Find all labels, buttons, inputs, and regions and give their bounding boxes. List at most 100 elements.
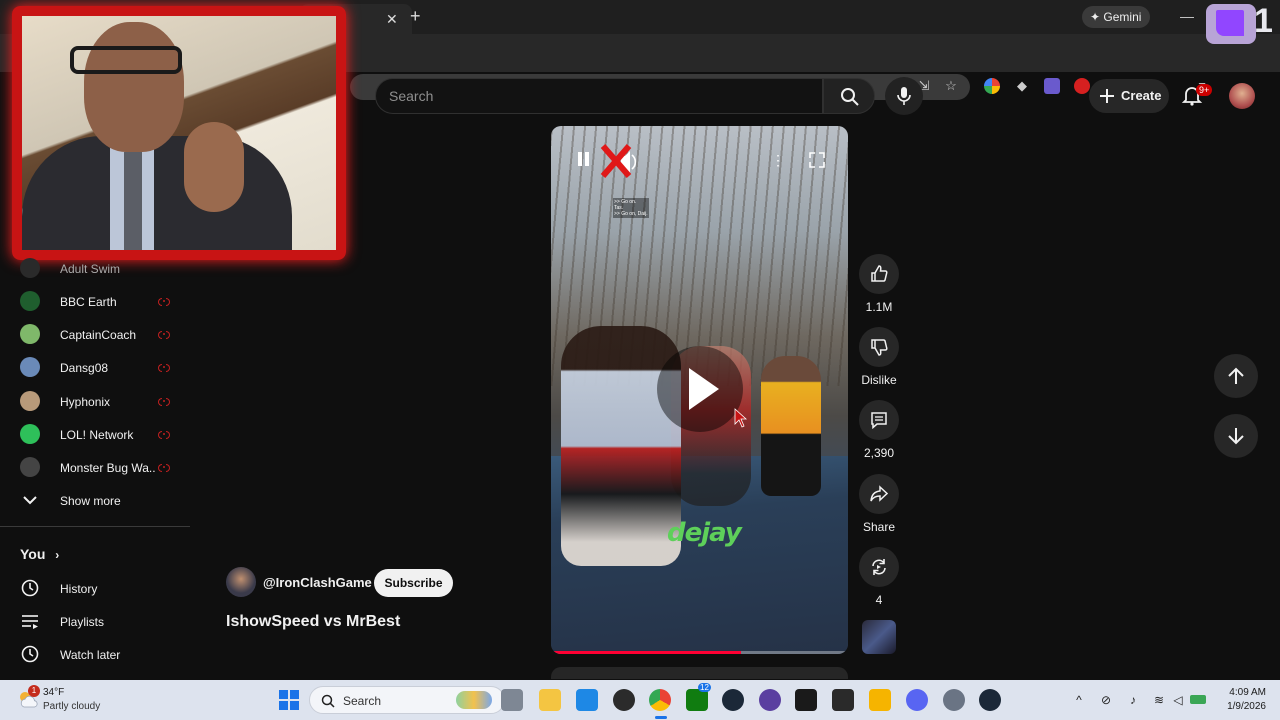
thumbs-up-icon [871, 265, 888, 282]
taskbar-search-label: Search [343, 694, 382, 708]
sidebar-item-subscription[interactable]: Hyphonix [0, 386, 190, 419]
sidebar-item-subscription[interactable]: BBC Earth [0, 286, 190, 319]
extension-shield-icon[interactable] [1044, 78, 1060, 94]
live-indicator-icon [158, 329, 170, 339]
chevron-down-icon [23, 496, 37, 505]
steam-alt-icon[interactable] [979, 689, 1001, 711]
sidebar-item-subscription[interactable]: Monster Bug Wa... [0, 452, 190, 485]
network-off-icon[interactable]: ⊘ [1098, 692, 1114, 708]
extension-red-icon[interactable] [1074, 78, 1090, 94]
task-view-icon[interactable] [501, 689, 523, 711]
playlists-icon [22, 615, 38, 629]
comments-button[interactable]: 2,390 [858, 400, 900, 460]
rockstar-icon[interactable] [869, 689, 891, 711]
like-count: 1.1M [865, 300, 893, 314]
app-circle-icon[interactable] [759, 689, 781, 711]
sparkle-icon: ✦ [1090, 10, 1101, 24]
taskbar-search[interactable]: Search [309, 686, 505, 714]
file-explorer-icon[interactable] [539, 689, 561, 711]
volume-muted-icon[interactable] [599, 142, 639, 182]
playlists-label: Playlists [60, 615, 105, 629]
remix-icon [872, 559, 886, 575]
search-highlight-icon [456, 691, 492, 709]
more-options-icon[interactable]: ⋮ [771, 152, 785, 168]
sidebar-item-subscription[interactable]: Dansg08 [0, 352, 190, 385]
like-button[interactable]: 1.1M [858, 254, 900, 314]
microsoft-store-icon[interactable] [576, 689, 598, 711]
live-indicator-icon [158, 462, 170, 472]
webcam-suit [22, 136, 292, 250]
create-button[interactable]: Create [1089, 79, 1169, 113]
sidebar-item-subscription[interactable]: CaptainCoach [0, 319, 190, 352]
history-icon [21, 579, 39, 597]
search-input[interactable] [389, 88, 809, 104]
dislike-button[interactable]: Dislike [858, 327, 900, 387]
youtube-search-box[interactable] [375, 78, 823, 114]
microphone-icon[interactable]: ♪ [1125, 692, 1141, 708]
remix-button[interactable]: 4 [858, 547, 900, 607]
volume-icon[interactable]: ◁ [1170, 692, 1186, 708]
search-icon [841, 88, 859, 106]
sidebar-item-label: BBC Earth [60, 295, 117, 309]
you-section-header[interactable]: You › [20, 546, 59, 562]
discord-icon[interactable] [906, 689, 928, 711]
clock-date[interactable]: 1/9/2026 [1214, 701, 1266, 712]
thumbs-down-icon [871, 339, 888, 356]
obs-icon[interactable] [613, 689, 635, 711]
streamer-webcam-overlay [12, 6, 346, 260]
sidebar-item-label: Dansg08 [60, 361, 109, 375]
chrome-icon[interactable] [649, 689, 671, 711]
epic-games-icon[interactable] [832, 689, 854, 711]
next-short-preview[interactable] [551, 667, 848, 679]
tab-close-icon[interactable]: ✕ [386, 11, 398, 28]
gemini-button[interactable]: ✦ Gemini [1082, 6, 1150, 28]
voice-search-button[interactable] [885, 77, 923, 115]
wifi-icon[interactable]: ≋ [1151, 692, 1167, 708]
xbox-icon[interactable]: 12 [686, 683, 711, 711]
play-icon[interactable] [657, 346, 743, 432]
mouse-cursor-icon [734, 408, 748, 428]
settings-gear-icon[interactable] [943, 689, 965, 711]
search-icon [321, 694, 335, 708]
new-tab-icon[interactable]: + [410, 6, 421, 27]
subscribe-button[interactable]: Subscribe [374, 569, 453, 597]
minimize-icon[interactable]: — [1180, 8, 1194, 24]
sidebar-item-subscription[interactable]: LOL! Network [0, 419, 190, 452]
windows-start-icon[interactable] [279, 690, 299, 710]
7zip-icon[interactable] [795, 689, 817, 711]
sidebar-item-label: Hyphonix [60, 395, 111, 409]
sidebar-item-watch-later[interactable]: Watch later [0, 642, 190, 666]
next-short-button[interactable] [1214, 414, 1258, 458]
channel-thumbnail[interactable] [862, 620, 896, 654]
sidebar-item-label: Monster Bug Wa... [60, 461, 156, 475]
channel-icon [20, 391, 40, 411]
clock-time[interactable]: 4:09 AM [1222, 687, 1266, 698]
battery-icon[interactable] [1190, 695, 1206, 704]
fullscreen-icon[interactable] [809, 152, 825, 168]
live-indicator-icon [158, 396, 170, 406]
active-app-indicator [655, 716, 667, 719]
pause-icon[interactable] [577, 152, 591, 168]
previous-short-button[interactable] [1214, 354, 1258, 398]
sidebar-item-playlists[interactable]: Playlists [0, 609, 190, 633]
share-label: Share [862, 520, 896, 534]
bookmark-star-icon[interactable]: ☆ [943, 78, 959, 94]
search-button[interactable] [823, 78, 875, 114]
video-watermark: dejay [667, 518, 742, 548]
channel-avatar[interactable] [226, 567, 256, 597]
twitch-glitch-icon [1216, 10, 1244, 36]
chevron-up-icon[interactable]: ^ [1071, 692, 1087, 708]
steam-icon[interactable] [722, 689, 744, 711]
account-avatar[interactable] [1229, 83, 1255, 109]
extension-diamond-icon[interactable]: ◆ [1014, 78, 1030, 94]
sidebar-item-history[interactable]: History [0, 576, 190, 600]
share-button[interactable]: Share [858, 474, 900, 534]
shorts-video-player[interactable]: dejay >> Go on. Tas. >> Go on, Daij. ⋮ [551, 126, 848, 654]
channel-handle[interactable]: @IronClashGame [263, 575, 372, 590]
windows-taskbar: 1 34°F Partly cloudy Search 12 ^ ⊘ ♪ ≋ ◁… [0, 680, 1280, 720]
sidebar-item-label: LOL! Network [60, 428, 134, 442]
extension-color-icon[interactable] [984, 78, 1000, 94]
show-more-button[interactable]: Show more [20, 490, 190, 512]
video-progress-bar[interactable] [551, 651, 848, 654]
sidebar-item-subscription[interactable]: Adult Swim [0, 253, 190, 286]
